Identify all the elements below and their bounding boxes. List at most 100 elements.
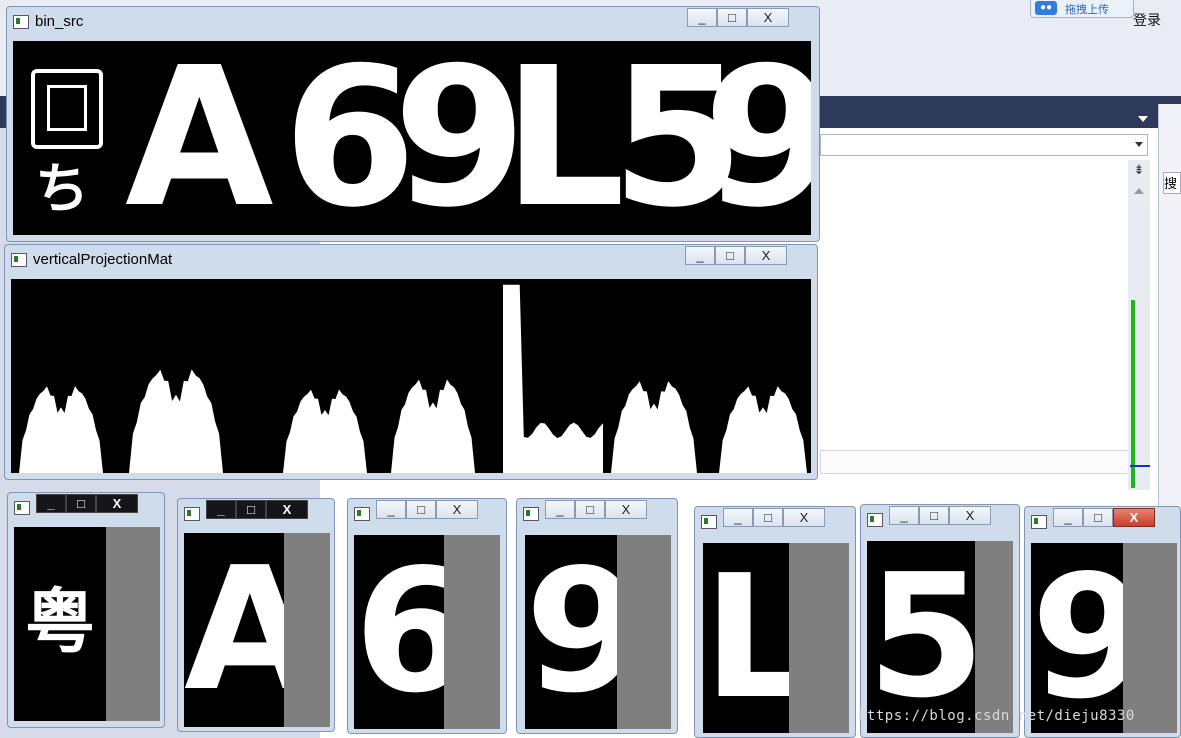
title-bar[interactable]: _ □ X bbox=[8, 493, 164, 521]
plate-char: A bbox=[125, 41, 274, 235]
plate-char: L bbox=[503, 41, 626, 235]
chevron-down-icon[interactable] bbox=[1135, 142, 1143, 147]
segment-window-5[interactable]: _ □ X 5 bbox=[860, 504, 1020, 738]
padding-area bbox=[106, 527, 160, 721]
window-icon bbox=[354, 507, 370, 521]
close-button[interactable]: X bbox=[745, 246, 787, 265]
maximize-button[interactable]: □ bbox=[753, 508, 783, 527]
search-box[interactable]: 搜 bbox=[1163, 172, 1181, 194]
title-bar[interactable]: _ □ X bbox=[348, 499, 506, 527]
segment-char: 9 bbox=[1031, 543, 1150, 733]
projection-plot bbox=[11, 279, 811, 473]
padding-area bbox=[789, 543, 849, 733]
watermark: https://blog.csdn.net/dieju8330 bbox=[858, 708, 1135, 724]
close-button[interactable]: X bbox=[436, 500, 478, 519]
projection-peak-5 bbox=[611, 381, 697, 473]
padding-area bbox=[975, 541, 1013, 733]
change-indicator bbox=[1131, 300, 1135, 488]
padding-area bbox=[617, 535, 671, 729]
segment-window-1[interactable]: _ □ X A bbox=[177, 498, 335, 732]
padding-area bbox=[1123, 543, 1177, 733]
projection-peak-4 bbox=[503, 284, 603, 473]
minimize-button[interactable]: _ bbox=[545, 500, 575, 519]
minimize-button[interactable]: _ bbox=[889, 506, 919, 525]
segment-char: 粤 bbox=[25, 581, 95, 663]
segment-window-2[interactable]: _ □ X 6 bbox=[347, 498, 507, 734]
maximize-button[interactable]: □ bbox=[575, 500, 605, 519]
close-button[interactable]: X bbox=[605, 500, 647, 519]
projection-peak-6 bbox=[719, 386, 807, 473]
maximize-button[interactable]: □ bbox=[717, 8, 747, 27]
province-seal-inner-icon bbox=[47, 85, 87, 131]
title-bar[interactable]: _ □ X bbox=[178, 499, 334, 527]
close-button[interactable]: X bbox=[1113, 508, 1155, 527]
title-bar[interactable]: _ □ X bbox=[861, 505, 1019, 533]
minimize-button[interactable]: _ bbox=[687, 8, 717, 27]
segment-char: A bbox=[184, 533, 316, 727]
window-icon bbox=[14, 501, 30, 515]
bin-src-window[interactable]: bin_src _ □ X ち A 6 9 L 5 9 bbox=[6, 6, 820, 242]
cloud-icon: ●● bbox=[1035, 1, 1057, 15]
padding-area bbox=[444, 535, 500, 729]
close-button[interactable]: X bbox=[266, 500, 308, 519]
window-title: bin_src bbox=[35, 13, 84, 30]
segment-image: 9 bbox=[525, 535, 671, 729]
segment-window-3[interactable]: _ □ X 9 bbox=[516, 498, 678, 734]
title-bar[interactable]: bin_src _ □ X bbox=[7, 7, 819, 35]
segment-char: L bbox=[703, 543, 812, 733]
projection-window[interactable]: verticalProjectionMat _ □ X bbox=[4, 244, 818, 480]
maximize-button[interactable]: □ bbox=[715, 246, 745, 265]
segment-window-0[interactable]: _ □ X 粤 bbox=[7, 492, 165, 728]
window-icon bbox=[867, 513, 883, 527]
segment-char: 9 bbox=[525, 535, 644, 729]
title-bar[interactable]: _ □ X bbox=[517, 499, 677, 527]
window-icon bbox=[13, 15, 29, 29]
maximize-button[interactable]: □ bbox=[919, 506, 949, 525]
window-icon bbox=[523, 507, 539, 521]
segment-window-4[interactable]: _ □ X L bbox=[694, 506, 856, 738]
maximize-button[interactable]: □ bbox=[1083, 508, 1113, 527]
title-bar[interactable]: _ □ X bbox=[695, 507, 855, 535]
close-button[interactable]: X bbox=[747, 8, 789, 27]
minimize-button[interactable]: _ bbox=[206, 500, 236, 519]
projection-peak-1 bbox=[129, 369, 223, 473]
minimize-button[interactable]: _ bbox=[723, 508, 753, 527]
projection-peak-2 bbox=[283, 389, 367, 473]
segment-image: A bbox=[184, 533, 330, 727]
minimize-button[interactable]: _ bbox=[36, 494, 66, 513]
segment-char: 5 bbox=[867, 541, 986, 733]
close-button[interactable]: X bbox=[96, 494, 138, 513]
split-view-icon[interactable]: ⇟ bbox=[1131, 162, 1147, 178]
segment-window-6[interactable]: _ □ X 9 bbox=[1024, 506, 1181, 738]
maximize-button[interactable]: □ bbox=[406, 500, 436, 519]
province-seal-sub-icon: ち bbox=[35, 157, 89, 220]
projection-peak-0 bbox=[19, 386, 103, 473]
upload-label: 拖拽上传 bbox=[1065, 4, 1109, 16]
maximize-button[interactable]: □ bbox=[66, 494, 96, 513]
projection-peak-3 bbox=[391, 379, 475, 473]
minimize-button[interactable]: _ bbox=[1053, 508, 1083, 527]
segment-image: 5 bbox=[867, 541, 1013, 733]
login-link[interactable]: 登录 bbox=[1133, 10, 1161, 30]
segment-image: 粤 bbox=[14, 527, 160, 721]
search-label: 搜 bbox=[1164, 176, 1178, 191]
binary-plate-image: ち A 6 9 L 5 9 bbox=[13, 41, 811, 235]
projection-svg bbox=[19, 284, 807, 473]
plate-char: 9 bbox=[703, 41, 811, 235]
close-button[interactable]: X bbox=[949, 506, 991, 525]
title-bar[interactable]: _ □ X bbox=[1025, 507, 1180, 535]
maximize-button[interactable]: □ bbox=[236, 500, 266, 519]
editor-line-box bbox=[820, 450, 1130, 474]
close-button[interactable]: X bbox=[783, 508, 825, 527]
window-icon bbox=[1031, 515, 1047, 529]
cursor-marker bbox=[1130, 465, 1150, 467]
window-icon bbox=[701, 515, 717, 529]
dropdown-arrow-icon[interactable] bbox=[1138, 116, 1148, 122]
segment-image: 6 bbox=[354, 535, 500, 729]
minimize-button[interactable]: _ bbox=[376, 500, 406, 519]
scroll-up-icon[interactable] bbox=[1134, 188, 1144, 194]
minimize-button[interactable]: _ bbox=[685, 246, 715, 265]
title-bar[interactable]: verticalProjectionMat _ □ X bbox=[5, 245, 817, 273]
member-combo[interactable] bbox=[820, 134, 1148, 156]
upload-widget[interactable]: ●● 拖拽上传 bbox=[1030, 0, 1134, 18]
